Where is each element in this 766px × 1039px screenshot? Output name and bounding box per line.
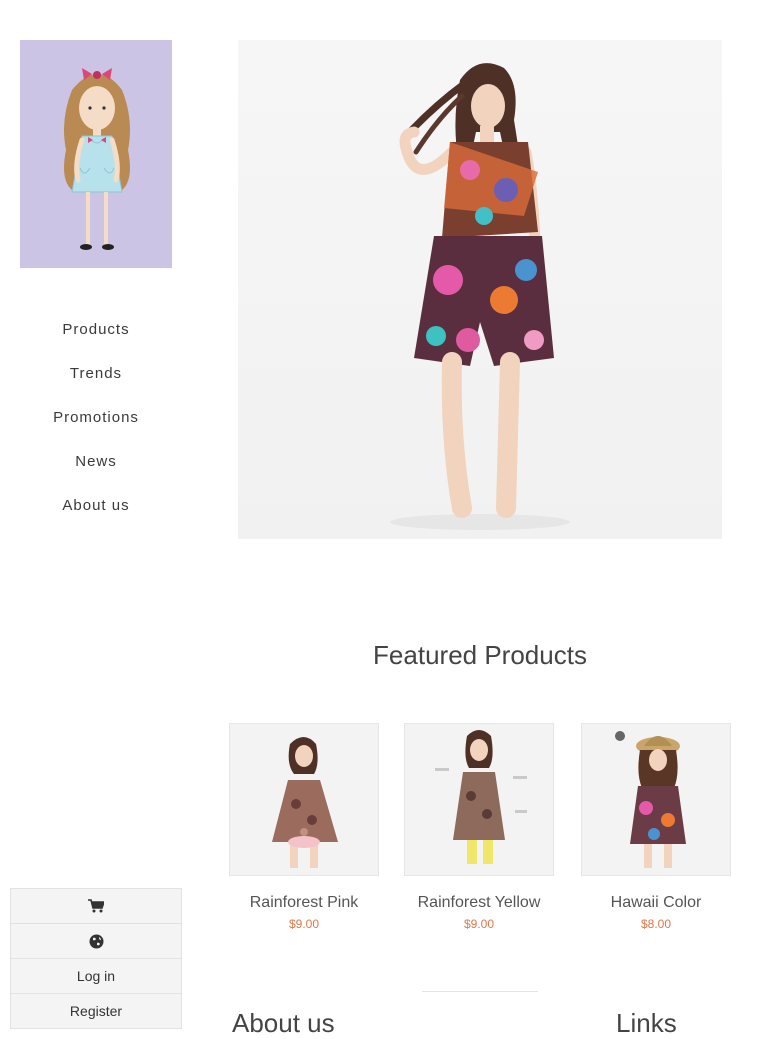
nav-item-news[interactable]: News	[20, 440, 172, 484]
product-card-rainforest-pink[interactable]: Rainforest Pink $9.00	[228, 723, 380, 931]
cart-icon	[88, 899, 104, 913]
product-card-rainforest-yellow[interactable]: Rainforest Yellow $9.00	[403, 723, 555, 931]
nav-link-about[interactable]: About us	[62, 497, 129, 514]
nav-item-products[interactable]: Products	[20, 308, 172, 352]
hero-image[interactable]	[238, 40, 722, 539]
product-image[interactable]	[581, 723, 731, 876]
language-button[interactable]	[11, 924, 181, 959]
girl-illustration	[64, 68, 130, 250]
section-divider	[422, 991, 538, 992]
hero-photo	[390, 63, 570, 530]
product-name[interactable]: Rainforest Pink	[228, 894, 380, 912]
product-price: $9.00	[288, 917, 320, 931]
product-price: $9.00	[463, 917, 495, 931]
nav-item-about[interactable]: About us	[20, 484, 172, 528]
globe-icon	[89, 934, 103, 948]
product-photo	[615, 731, 686, 868]
login-link[interactable]: Log in	[11, 959, 181, 994]
nav-link-news[interactable]: News	[75, 453, 117, 470]
product-card-hawaii-color[interactable]: Hawaii Color $8.00	[580, 723, 732, 931]
product-photo	[435, 730, 527, 864]
nav-item-trends[interactable]: Trends	[20, 352, 172, 396]
product-photo	[272, 737, 338, 868]
nav-link-products[interactable]: Products	[62, 321, 129, 338]
site-logo[interactable]	[20, 40, 172, 268]
nav-item-promotions[interactable]: Promotions	[20, 396, 172, 440]
account-panel: Log in Register	[10, 888, 182, 1029]
nav-link-trends[interactable]: Trends	[70, 365, 122, 382]
product-image[interactable]	[229, 723, 379, 876]
sidebar-nav: Products Trends Promotions News About us	[20, 308, 172, 528]
nav-link-promotions[interactable]: Promotions	[53, 409, 139, 426]
featured-products-heading: Featured Products	[373, 640, 587, 670]
product-name[interactable]: Hawaii Color	[580, 894, 732, 912]
cart-button[interactable]	[11, 889, 181, 924]
product-price: $8.00	[640, 917, 672, 931]
product-name[interactable]: Rainforest Yellow	[403, 894, 555, 912]
product-image[interactable]	[404, 723, 554, 876]
